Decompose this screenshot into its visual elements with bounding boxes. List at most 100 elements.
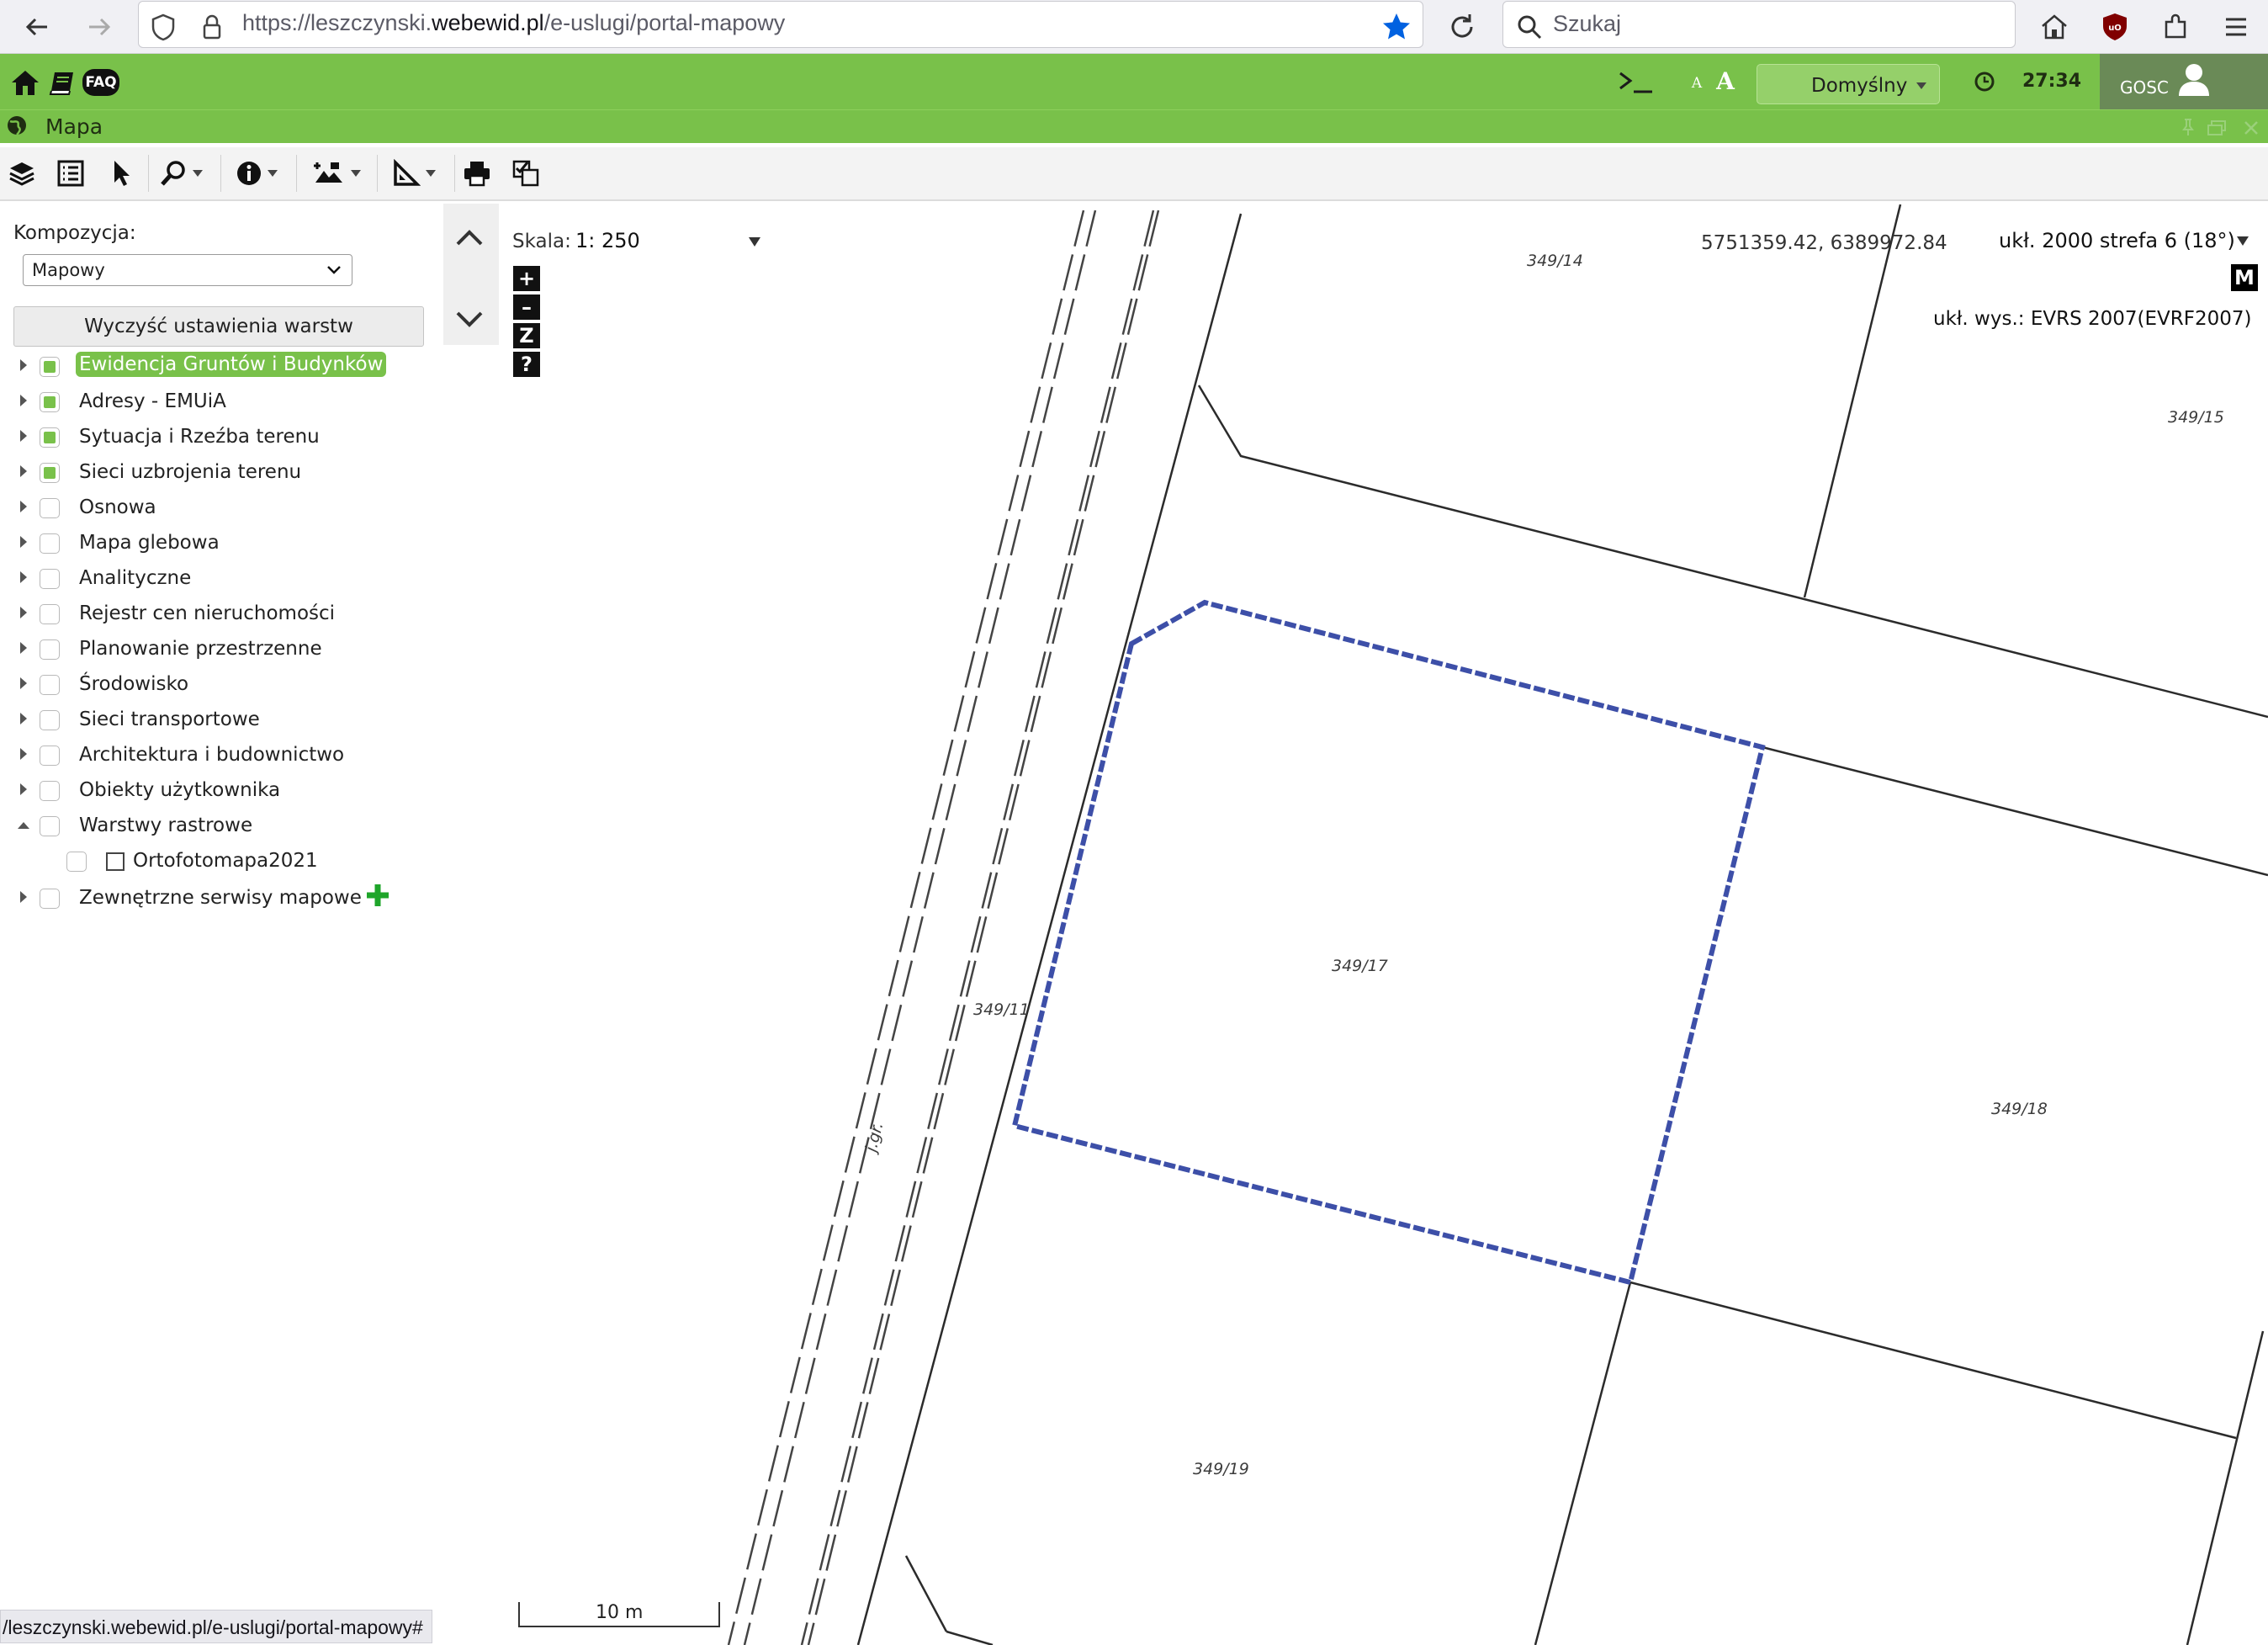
parcel-label[interactable]: 349/17: [1332, 957, 1388, 975]
layer-checkbox[interactable]: [40, 392, 60, 412]
layer-checkbox[interactable]: [40, 746, 60, 766]
layer-label[interactable]: Warstwy rastrowe: [79, 815, 252, 836]
font-increase-button[interactable]: A: [1713, 66, 1738, 96]
bookmark-star-icon[interactable]: [1375, 5, 1418, 49]
reload-icon[interactable]: [1440, 5, 1484, 49]
search-tool-dropdown[interactable]: [153, 152, 209, 194]
layer-checkbox[interactable]: [40, 498, 60, 518]
layer-label[interactable]: Obiekty użytkownika: [79, 779, 280, 801]
select-tool-button[interactable]: [103, 152, 140, 194]
parcel-label[interactable]: 349/11: [973, 1000, 1030, 1019]
layer-row-rejestr-cen[interactable]: Rejestr cen nieruchomości: [0, 597, 437, 630]
layer-checkbox[interactable]: [40, 427, 60, 448]
layers-button[interactable]: [3, 152, 40, 194]
layer-checkbox[interactable]: [40, 675, 60, 695]
scale-value[interactable]: 1: 250: [575, 229, 640, 252]
layer-row-egib[interactable]: Ewidencja Gruntów i Budynków: [0, 349, 437, 383]
layer-row-architektura[interactable]: Architektura i budownictwo: [0, 738, 437, 772]
extensions-icon[interactable]: [2154, 5, 2197, 49]
hamburger-menu-icon[interactable]: [2214, 5, 2258, 49]
pin-icon[interactable]: [2179, 116, 2197, 138]
layer-checkbox[interactable]: [40, 816, 60, 836]
layer-row-analityczne[interactable]: Analityczne: [0, 561, 437, 595]
selected-parcel-outline[interactable]: [1011, 599, 1766, 1286]
zoom-out-button[interactable]: –: [513, 295, 540, 320]
layer-label[interactable]: Sieci transportowe: [79, 708, 260, 730]
collapse-arrow-icon[interactable]: [18, 822, 29, 829]
shield-icon[interactable]: [141, 5, 185, 49]
layer-checkbox[interactable]: [40, 533, 60, 554]
layer-row-ortofotomapa[interactable]: Ortofotomapa2021: [0, 844, 437, 878]
zoom-extent-button[interactable]: Z: [513, 323, 540, 348]
clear-layer-settings-button[interactable]: Wyczyść ustawienia warstw: [13, 306, 424, 347]
scroll-down-button[interactable]: [451, 303, 488, 337]
layer-label[interactable]: Ortofotomapa2021: [133, 850, 318, 872]
layer-checkbox[interactable]: [40, 889, 60, 909]
legend-button[interactable]: [52, 152, 89, 194]
expand-arrow-icon[interactable]: [20, 430, 27, 442]
selection-manager-button[interactable]: [508, 152, 543, 194]
layer-checkbox[interactable]: [40, 639, 60, 660]
layer-checkbox[interactable]: [40, 781, 60, 801]
crs-dropdown-icon[interactable]: [2237, 236, 2249, 246]
layer-row-planowanie[interactable]: Planowanie przestrzenne: [0, 632, 437, 666]
layer-row-warstwy-rastrowe[interactable]: Warstwy rastrowe: [0, 809, 437, 842]
layer-row-srodowisko[interactable]: Środowisko: [0, 667, 437, 701]
url-text[interactable]: https://leszczynski.webewid.pl/e-uslugi/…: [242, 10, 785, 36]
layer-checkbox[interactable]: [40, 710, 60, 730]
layer-row-zewnetrzne[interactable]: Zewnętrzne serwisy mapowe: [0, 881, 437, 915]
layer-row-osnowa[interactable]: Osnowa: [0, 491, 437, 524]
layer-label[interactable]: Planowanie przestrzenne: [79, 638, 322, 660]
expand-arrow-icon[interactable]: [20, 536, 27, 548]
layer-label[interactable]: Adresy - EMUiA: [79, 390, 226, 412]
faq-button[interactable]: FAQ: [82, 69, 119, 96]
user-icon[interactable]: [2177, 61, 2211, 99]
layer-row-adresy[interactable]: Adresy - EMUiA: [0, 385, 437, 418]
parcel-label[interactable]: 349/14: [1527, 252, 1583, 270]
layer-row-sieci-transportowe[interactable]: Sieci transportowe: [0, 703, 437, 736]
cadastral-map[interactable]: 349/14 349/15 349/17 349/11 349/18 349/1…: [501, 204, 2268, 1645]
info-tool-dropdown[interactable]: [229, 152, 284, 194]
close-window-icon[interactable]: [2241, 118, 2261, 138]
layer-label[interactable]: Architektura i budownictwo: [79, 744, 344, 766]
home-icon[interactable]: [8, 66, 42, 99]
add-service-plus-icon[interactable]: [365, 883, 390, 908]
layer-row-mapa-glebowa[interactable]: Mapa glebowa: [0, 526, 437, 560]
expand-arrow-icon[interactable]: [20, 501, 27, 512]
expand-arrow-icon[interactable]: [20, 783, 27, 795]
layer-checkbox[interactable]: [40, 357, 60, 377]
layer-checkbox[interactable]: [66, 852, 87, 872]
ublock-shield-icon[interactable]: uO: [2093, 5, 2137, 49]
composition-select[interactable]: Mapowy: [23, 254, 352, 286]
m-button[interactable]: M: [2231, 264, 2258, 291]
layer-checkbox[interactable]: [40, 604, 60, 624]
draw-tool-dropdown[interactable]: [305, 152, 368, 194]
expand-arrow-icon[interactable]: [20, 571, 27, 583]
expand-arrow-icon[interactable]: [20, 677, 27, 689]
scroll-up-button[interactable]: [451, 220, 488, 254]
layer-label[interactable]: Środowisko: [79, 673, 188, 695]
print-button[interactable]: [459, 152, 495, 194]
font-decrease-button[interactable]: A: [1689, 71, 1704, 96]
expand-arrow-icon[interactable]: [20, 465, 27, 477]
layer-row-sieci-uzbrojenia[interactable]: Sieci uzbrojenia terenu: [0, 455, 437, 489]
layer-label[interactable]: Zewnętrzne serwisy mapowe: [79, 887, 362, 909]
expand-arrow-icon[interactable]: [20, 607, 27, 618]
profile-dropdown[interactable]: Domyślny: [1757, 64, 1940, 104]
home-icon[interactable]: [2032, 5, 2076, 49]
layer-label[interactable]: Analityczne: [79, 567, 191, 589]
expand-arrow-icon[interactable]: [20, 713, 27, 724]
layer-label[interactable]: Mapa glebowa: [79, 532, 220, 554]
lock-icon[interactable]: [190, 5, 234, 49]
map-help-button[interactable]: ?: [513, 352, 540, 377]
expand-arrow-icon[interactable]: [20, 359, 27, 371]
layer-label[interactable]: Ewidencja Gruntów i Budynków: [76, 352, 387, 377]
measure-tool-dropdown[interactable]: [384, 152, 444, 194]
scale-dropdown-icon[interactable]: [749, 237, 760, 247]
parcel-label[interactable]: 349/18: [1991, 1100, 2048, 1118]
forward-button[interactable]: [77, 5, 121, 49]
parcel-label[interactable]: 349/15: [2168, 408, 2224, 427]
parcel-label[interactable]: 349/19: [1193, 1460, 1249, 1478]
back-button[interactable]: [15, 5, 59, 49]
expand-arrow-icon[interactable]: [20, 395, 27, 406]
